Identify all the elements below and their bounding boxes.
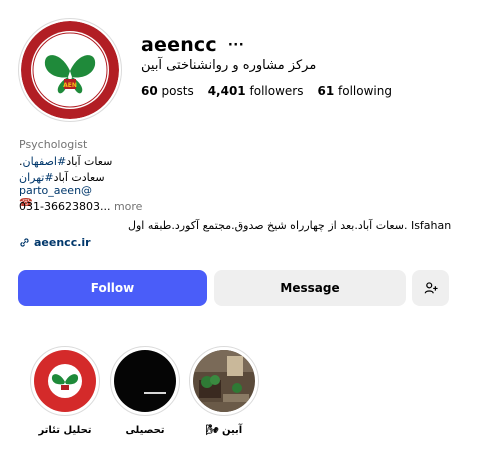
message-button[interactable]: Message <box>214 270 406 306</box>
suggested-users-button[interactable] <box>412 270 449 306</box>
add-user-icon <box>424 282 438 294</box>
story-highlight[interactable]: آبین 🌬 <box>189 346 259 436</box>
following-stat[interactable]: 61 following <box>317 84 391 98</box>
avatar-logo-image: AEN <box>21 21 119 119</box>
username-row: aeencc ··· <box>141 34 244 56</box>
following-count: 61 <box>317 84 335 98</box>
svg-text:AEN: AEN <box>63 82 77 89</box>
more-options-icon[interactable]: ··· <box>228 38 244 53</box>
profile-stats: 60 posts 4,401 followers 61 following <box>141 84 406 98</box>
highlight-cover-image <box>193 350 255 412</box>
highlight-ring <box>189 346 259 416</box>
full-name: مرکز مشاوره و روانشناختی آبین <box>141 58 317 73</box>
hashtag-isfahan[interactable]: #اصفهان <box>23 155 67 168</box>
following-label: following <box>338 84 392 98</box>
highlight-cover-image <box>34 350 96 412</box>
bio-text: سعادت آباد <box>53 171 105 184</box>
followers-count: 4,401 <box>207 84 246 98</box>
story-highlight[interactable]: تحصیلی <box>110 346 180 436</box>
highlight-label: تحصیلی <box>125 425 165 436</box>
highlight-label: تحلیل تئاتر <box>38 425 92 436</box>
bio-line-isfahan: .سعات آباد#اصفهان <box>19 155 112 168</box>
highlight-ring <box>30 346 100 416</box>
external-link[interactable]: aeencc.ir <box>19 236 91 249</box>
highlight-label: آبین 🌬 <box>205 425 243 436</box>
story-highlight[interactable]: تحلیل تئاتر <box>30 346 100 436</box>
highlight-cover-image <box>114 350 176 412</box>
bio-line-tehran: سعادت آباد#تهران <box>19 171 105 184</box>
phone-number: 031-36623803... <box>19 200 111 213</box>
hashtag-tehran[interactable]: #تهران <box>19 171 54 184</box>
profile-category: Psychologist <box>19 138 88 151</box>
follow-button[interactable]: Follow <box>18 270 207 306</box>
posts-label: posts <box>161 84 194 98</box>
profile-avatar[interactable]: AEN <box>18 18 122 122</box>
posts-count: 60 <box>141 84 158 98</box>
followers-label: followers <box>249 84 304 98</box>
followers-stat[interactable]: 4,401 followers <box>208 84 304 98</box>
posts-stat: 60 posts <box>141 84 194 98</box>
highlight-ring <box>110 346 180 416</box>
link-icon <box>20 238 29 247</box>
bio-line-phone: 031-36623803... more <box>19 200 142 213</box>
bio-more-link[interactable]: more <box>114 200 143 213</box>
external-link-label: aeencc.ir <box>34 236 91 249</box>
username: aeencc <box>141 34 217 56</box>
bio-address: سعات آباد.بعد از چهارراه شیخ صدوق.مجتمع … <box>128 219 452 232</box>
